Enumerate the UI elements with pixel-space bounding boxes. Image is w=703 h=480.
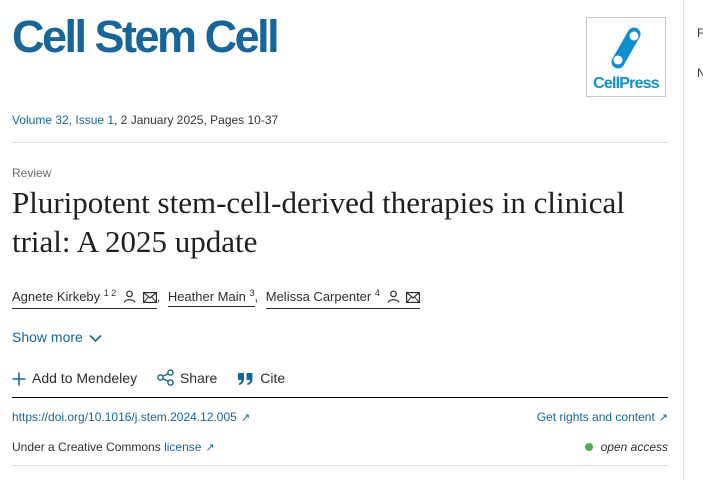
license-notice: Under a Creative Commons license ↗ [12, 440, 215, 454]
sidebar-partial-text-1: F [697, 26, 703, 40]
open-access-dot-icon [584, 443, 593, 451]
author-separator: , [156, 289, 161, 304]
cellpress-wordmark: CellPress [593, 75, 660, 92]
external-link-icon: ↗ [240, 412, 251, 424]
author-separator: , [254, 289, 259, 304]
divider [12, 397, 668, 398]
share-label: Share [179, 370, 218, 386]
add-to-mendeley-label: Add to Mendeley [32, 370, 138, 386]
license-link[interactable]: license ↗ [164, 440, 215, 454]
external-link-icon: ↗ [658, 412, 668, 424]
divider [12, 465, 668, 466]
article-title: Pluripotent stem-cell-derived therapies … [12, 185, 625, 259]
envelope-icon [142, 291, 157, 306]
author-link[interactable]: Heather Main 3 [167, 288, 255, 307]
article-actions: Add to Mendeley Share Cite [12, 369, 301, 386]
license-prefix: Under a Creative Commons [12, 440, 165, 454]
author-list: Agnete Kirkeby 1 2 , Heather Main 3 , Me… [12, 288, 421, 309]
article-type: Review [12, 166, 52, 180]
author-link[interactable]: Agnete Kirkeby 1 2 [12, 288, 157, 309]
open-access-badge: open access [584, 440, 668, 454]
issue-date-pages: , 2 January 2025, Pages 10-37 [114, 113, 279, 127]
quote-icon [238, 373, 253, 385]
sidebar-divider [683, 0, 684, 480]
issue-link[interactable]: Volume 32, Issue 1 [12, 113, 114, 127]
journal-title[interactable]: Cell Stem Cell [12, 14, 280, 59]
cite-label: Cite [260, 370, 286, 386]
share-icon [157, 369, 174, 386]
sidebar-partial-text-2: N [697, 66, 703, 80]
author-name: Agnete Kirkeby [12, 289, 101, 304]
issue-info: Volume 32, Issue 1, 2 January 2025, Page… [12, 113, 278, 127]
author-affiliation-sup: 1 2 [103, 288, 117, 298]
add-to-mendeley-button[interactable]: Add to Mendeley [12, 370, 137, 386]
chevron-down-icon [89, 334, 102, 343]
show-more-label: Show more [12, 329, 83, 345]
cellpress-logo[interactable]: CellPress [586, 17, 666, 97]
person-icon [387, 290, 400, 306]
article-header-page: F N Cell Stem Cell CellPress Volume 32, … [0, 0, 703, 480]
author-affiliation-sup: 4 [374, 288, 380, 298]
cite-button[interactable]: Cite [237, 370, 285, 386]
plus-icon [12, 372, 26, 386]
divider [12, 142, 668, 143]
rights-and-content-link[interactable]: Get rights and content ↗ [537, 410, 668, 424]
author-affiliation-sup: 3 [249, 288, 255, 298]
rights-text: Get rights and content [536, 410, 655, 424]
envelope-icon [406, 291, 421, 306]
share-button[interactable]: Share [157, 369, 217, 386]
doi-link[interactable]: https://doi.org/10.1016/j.stem.2024.12.0… [12, 410, 250, 424]
show-more-button[interactable]: Show more [12, 329, 102, 345]
author-name: Melissa Carpenter [265, 289, 372, 304]
cellpress-mark-icon [611, 27, 641, 69]
license-link-text: license [164, 440, 202, 454]
author-link[interactable]: Melissa Carpenter 4 [265, 288, 421, 309]
doi-text: https://doi.org/10.1016/j.stem.2024.12.0… [12, 410, 237, 424]
open-access-text: open access [600, 440, 668, 454]
author-name: Heather Main [167, 289, 246, 304]
person-icon [123, 290, 136, 306]
external-link-icon: ↗ [205, 442, 215, 454]
